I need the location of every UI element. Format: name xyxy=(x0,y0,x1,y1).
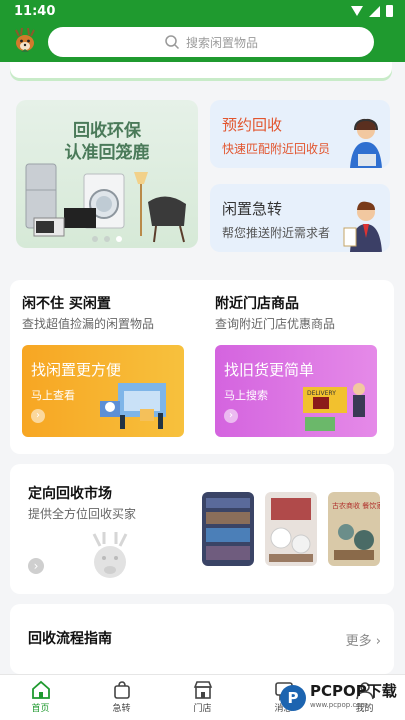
search-icon xyxy=(165,35,180,50)
guide-more-label: 更多 xyxy=(345,634,372,649)
warehouse-illustration xyxy=(100,383,166,429)
appointment-subtitle: 快速匹配附近回收员 xyxy=(222,142,331,156)
delivery-illustration: DELIVERY xyxy=(303,383,365,431)
quick-transfer-card[interactable]: 闲置急转 帮您推送附近需求者 xyxy=(210,184,390,252)
promo-banner-recycle[interactable]: 回收环保 认准回笼鹿 xyxy=(16,100,198,248)
idle-section-subtitle: 查找超值捡漏的闲置物品 xyxy=(22,317,155,331)
carousel-dot[interactable] xyxy=(92,236,98,242)
quick-transfer-subtitle: 帮您推送附近需求者 xyxy=(222,226,331,240)
arrow-right-icon: › xyxy=(31,409,45,423)
arrow-right-icon: › xyxy=(224,409,238,423)
find-idle-subtitle: 马上查看 xyxy=(31,389,75,402)
tab-store[interactable]: 门店 xyxy=(162,675,243,720)
search-placeholder: 搜索闲置物品 xyxy=(185,35,258,50)
status-icons xyxy=(351,5,393,17)
chevron-right-icon: › xyxy=(375,634,381,649)
idle-section-title: 闲不住 买闲置 xyxy=(22,296,111,312)
appointment-title: 预约回收 xyxy=(222,116,283,134)
market-title: 定向回收市场 xyxy=(28,486,112,502)
banner-strip[interactable] xyxy=(10,62,392,78)
appointment-recycle-card[interactable]: 预约回收 快速匹配附近回收员 xyxy=(210,100,390,168)
find-secondhand-tile[interactable]: 找旧货更简单 马上搜索 › DELIVERY xyxy=(215,345,377,437)
tab-home[interactable]: 首页 xyxy=(0,675,81,720)
carousel-dot[interactable] xyxy=(104,236,110,242)
store-section-title: 附近门店商品 xyxy=(215,296,299,312)
delivery-label: DELIVERY xyxy=(307,390,336,397)
tab-transfer-label: 急转 xyxy=(112,704,131,714)
carousel-dots xyxy=(92,236,122,242)
bag-icon xyxy=(113,681,130,699)
guide-more-link[interactable]: 更多 › xyxy=(346,630,381,649)
cell-signal-icon xyxy=(369,5,380,17)
pcpop-watermark: P PCPOP下载 www.pcpop.com xyxy=(280,684,397,712)
guide-title: 回收流程指南 xyxy=(28,631,112,647)
market-photo-2[interactable] xyxy=(265,492,317,566)
market-subtitle: 提供全方位回收买家 xyxy=(28,507,137,521)
watermark-text: PCPOP下载 www.pcpop.com xyxy=(310,684,397,712)
find-idle-tile[interactable]: 找闲置更方便 马上查看 › xyxy=(22,345,184,437)
market-arrow-icon[interactable]: › xyxy=(28,558,44,574)
status-time: 11:40 xyxy=(14,4,56,19)
home-icon xyxy=(31,680,50,699)
store-icon xyxy=(193,681,212,699)
header: 搜索闲置物品 xyxy=(0,24,405,62)
appliances-illustration xyxy=(25,163,186,243)
quick-transfer-title: 闲置急转 xyxy=(222,200,283,218)
market-photo-1[interactable] xyxy=(202,492,254,566)
carousel-dot-active[interactable] xyxy=(116,236,122,242)
customer-service-icon xyxy=(350,118,382,168)
tab-transfer[interactable]: 急转 xyxy=(81,675,162,720)
tab-store-label: 门店 xyxy=(193,704,212,714)
deer-mascot-icon xyxy=(92,532,128,578)
businessman-icon xyxy=(343,201,382,252)
deer-logo-icon[interactable] xyxy=(10,26,40,56)
battery-icon xyxy=(386,5,393,17)
wifi-icon xyxy=(351,6,363,16)
watermark-url: www.pcpop.com xyxy=(310,701,368,709)
watermark-badge: P xyxy=(280,685,306,711)
market-photo-3-caption: 古农商收 餐饮家 xyxy=(332,501,380,510)
market-photo-3[interactable]: 古农商收 餐饮家 xyxy=(328,492,380,566)
search-input[interactable]: 搜索闲置物品 xyxy=(48,27,374,57)
find-secondhand-subtitle: 马上搜索 xyxy=(224,389,268,402)
store-section-subtitle: 查询附近门店优惠商品 xyxy=(215,317,336,331)
status-bar: 11:40 xyxy=(0,0,405,24)
tab-home-label: 首页 xyxy=(31,704,50,714)
